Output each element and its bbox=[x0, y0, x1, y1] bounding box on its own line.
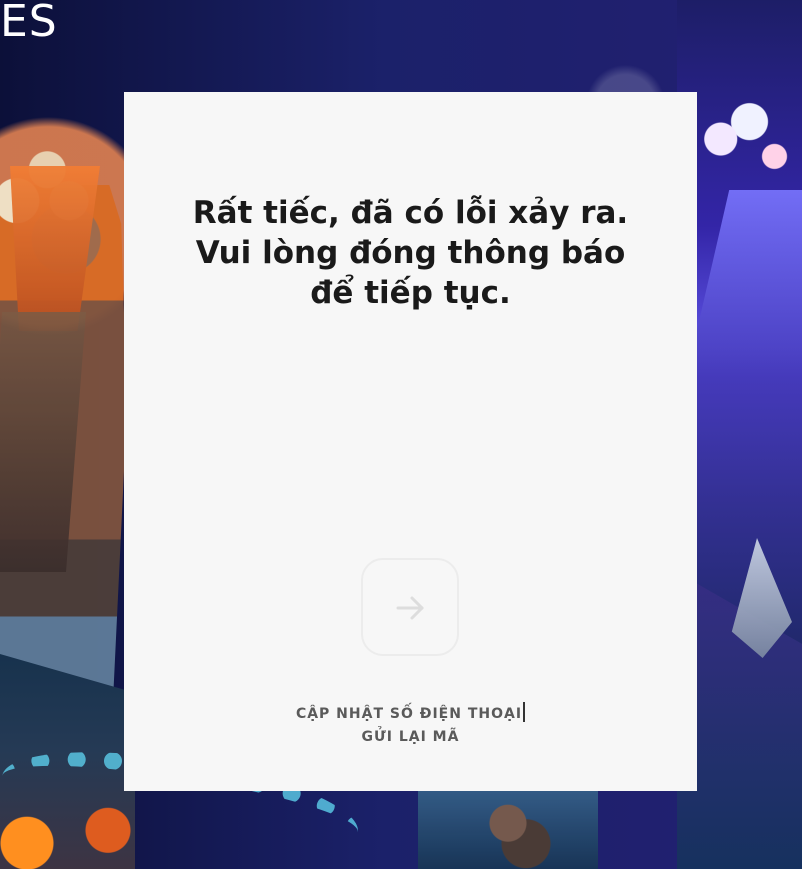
text-cursor bbox=[523, 702, 526, 722]
error-dialog: Rất tiếc, đã có lỗi xảy ra. Vui lòng đón… bbox=[124, 92, 697, 791]
arrow-right-icon bbox=[394, 591, 428, 625]
resend-code-link[interactable]: GỬI LẠI MÃ bbox=[124, 729, 697, 745]
error-message: Rất tiếc, đã có lỗi xảy ra. Vui lòng đón… bbox=[192, 195, 629, 311]
update-phone-link[interactable]: CẬP NHẬT SỐ ĐIỆN THOẠI bbox=[124, 702, 697, 722]
bottom-character-art bbox=[418, 790, 598, 869]
resend-code-link-label: GỬI LẠI MÃ bbox=[361, 729, 460, 745]
brand-logo-fragment: ES bbox=[0, 0, 58, 47]
continue-button[interactable] bbox=[361, 558, 459, 656]
update-phone-link-label: CẬP NHẬT SỐ ĐIỆN THOẠI bbox=[295, 706, 523, 722]
